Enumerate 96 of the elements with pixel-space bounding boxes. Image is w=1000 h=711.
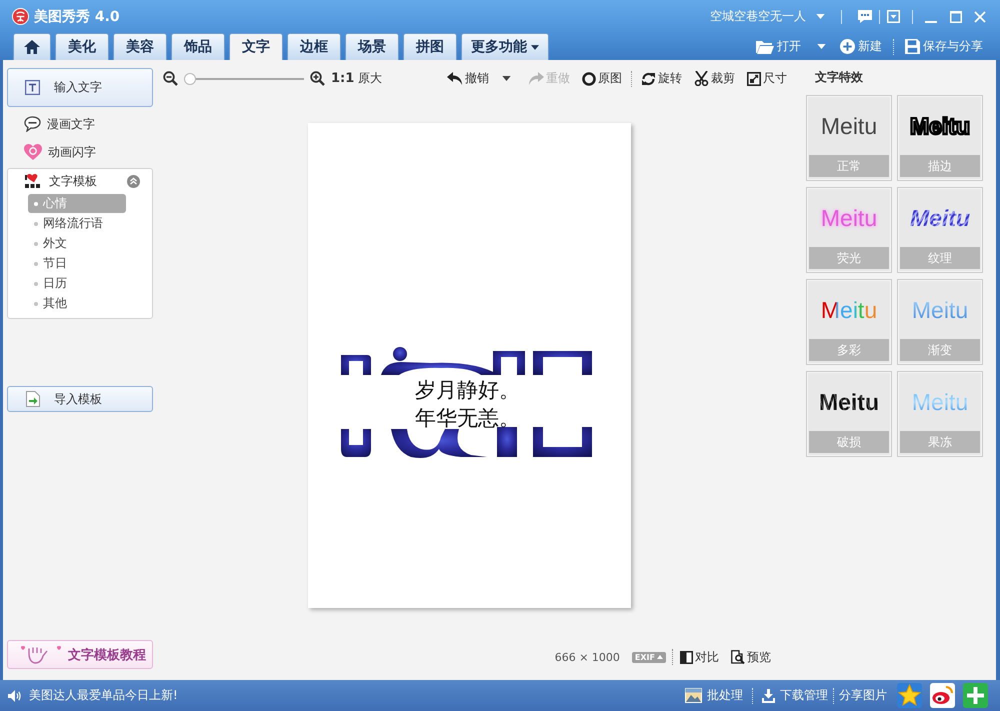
home-icon: [24, 40, 40, 54]
share-button[interactable]: 分享图片: [838, 684, 888, 706]
redo-icon: [528, 72, 544, 86]
image-stack-icon: [685, 688, 702, 703]
undo-button[interactable]: 撤销: [446, 68, 490, 90]
app-title: 美图秀秀 4.0: [34, 8, 120, 26]
effect-label: 果冻: [900, 431, 980, 453]
effect-label: 荧光: [809, 247, 889, 269]
hand-hearts-icon: [20, 644, 62, 664]
close-icon[interactable]: [974, 10, 986, 22]
sidebar-item[interactable]: 动画闪字: [7, 139, 153, 165]
sidebar-item[interactable]: 漫画文字: [7, 111, 153, 137]
import-template-button[interactable]: 导入模板: [7, 386, 153, 412]
image-text-line: 岁月静好。: [415, 377, 520, 404]
bullet-icon: [34, 202, 38, 206]
effect-label: 描边: [900, 155, 980, 177]
weibo-icon[interactable]: [930, 683, 955, 708]
bullet-icon: [34, 302, 38, 306]
heart-logo-icon: [25, 174, 41, 188]
original-button[interactable]: 原图: [581, 68, 624, 90]
resize-icon: [747, 72, 762, 86]
template-category[interactable]: 其他: [28, 294, 126, 313]
download-button[interactable]: 下载管理: [761, 684, 829, 706]
effect-sample-text: Meitu: [820, 204, 878, 232]
news-ticker-text[interactable]: 美图达人最爱单品今日上新!: [29, 687, 178, 704]
bullet-icon: [34, 242, 38, 246]
image-text-line: 年华无恙。: [415, 405, 520, 432]
template-category[interactable]: 节日: [28, 254, 126, 273]
dropdown-box-icon[interactable]: [887, 10, 900, 23]
tutorial-button[interactable]: 文字模板教程: [7, 640, 153, 669]
star-icon[interactable]: [897, 683, 922, 708]
rotate-icon: [641, 72, 656, 86]
speaker-icon: [8, 690, 21, 702]
app-logo-icon: [12, 8, 29, 25]
caret-icon: [816, 14, 825, 19]
bullet-icon: [34, 262, 38, 266]
effect-label: 正常: [809, 155, 889, 177]
new-button[interactable]: 新建: [838, 36, 884, 58]
add-icon[interactable]: [963, 683, 988, 708]
text-box-icon: [25, 80, 40, 95]
page-magnifier-icon: [731, 650, 745, 664]
effect-label: 多彩: [809, 339, 889, 361]
scissors-icon: [694, 71, 710, 86]
slider-thumb[interactable]: [184, 72, 196, 84]
speech-bubble-icon: [24, 116, 41, 132]
effect-label: 纹理: [900, 247, 980, 269]
text-effect-tile[interactable]: Meitu 描边: [897, 95, 983, 181]
template-category[interactable]: 网络流行语: [28, 214, 126, 233]
caret-icon: [502, 76, 512, 81]
undo-icon: [447, 72, 464, 86]
maximize-icon[interactable]: [950, 10, 962, 22]
home-tab[interactable]: [13, 33, 51, 60]
tab[interactable]: 拼图: [403, 33, 457, 60]
effect-sample-text: Meitu: [820, 112, 878, 140]
download-icon: [762, 688, 775, 702]
preview-button[interactable]: 预览: [730, 648, 772, 666]
bullet-icon: [34, 282, 38, 286]
resize-button[interactable]: 尺寸: [746, 68, 788, 90]
effect-label: 渐变: [900, 339, 980, 361]
caret-icon: [531, 44, 539, 50]
actual-size-button[interactable]: 1:1 原大: [329, 70, 384, 87]
tab[interactable]: 文字: [229, 33, 283, 60]
zoom-out-icon[interactable]: [163, 71, 178, 86]
tab[interactable]: 美化: [55, 33, 109, 60]
open-button[interactable]: 打开: [754, 36, 803, 58]
caret-up-icon: [657, 655, 663, 659]
tab[interactable]: 边框: [287, 33, 341, 60]
tab[interactable]: 更多功能: [461, 33, 549, 60]
crop-button[interactable]: 裁剪: [693, 68, 736, 90]
rotate-button[interactable]: 旋转: [640, 68, 684, 90]
batch-button[interactable]: 批处理: [684, 684, 744, 706]
input-text-button[interactable]: 输入文字: [7, 68, 153, 107]
caret-icon: [817, 44, 826, 49]
file-import-icon: [26, 391, 40, 407]
bullet-icon: [34, 222, 38, 226]
tab[interactable]: 美容: [113, 33, 167, 60]
collapse-icon[interactable]: [127, 174, 140, 188]
split-square-icon: [680, 650, 693, 664]
plus-circle-icon: [840, 39, 855, 54]
heart-icon: [24, 144, 42, 160]
message-icon[interactable]: [858, 10, 872, 23]
image-size-text: 666 × 1000: [554, 650, 620, 664]
zoom-in-icon[interactable]: [310, 71, 325, 86]
effect-label: 破损: [809, 431, 889, 453]
tab[interactable]: 饰品: [171, 33, 225, 60]
template-panel-title: 文字模板: [49, 172, 97, 190]
template-category[interactable]: 外文: [28, 234, 126, 253]
template-category[interactable]: 日历: [28, 274, 126, 293]
text-effects-title: 文字特效: [815, 69, 864, 86]
text-effect-tile[interactable]: Meitu 正常: [806, 95, 892, 181]
tab[interactable]: 场景: [345, 33, 399, 60]
save-button[interactable]: 保存与分享: [903, 36, 985, 58]
ring-icon: [582, 72, 596, 86]
text-effect-tile[interactable]: Meitu 破损: [806, 371, 892, 457]
folder-icon: [756, 40, 774, 54]
compare-button[interactable]: 对比: [679, 648, 720, 666]
